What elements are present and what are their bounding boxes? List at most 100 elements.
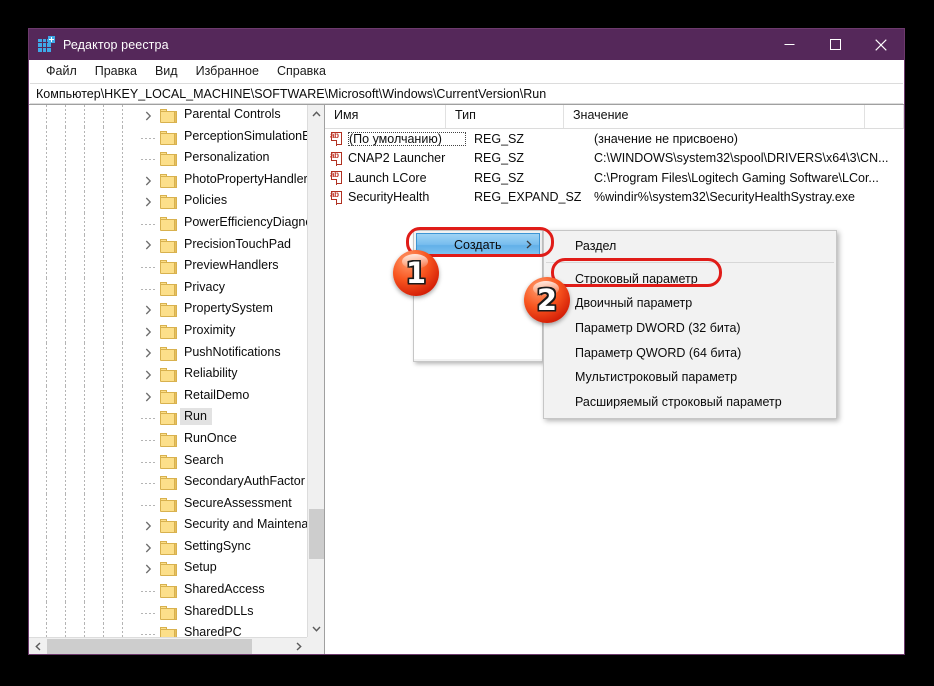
minimize-button[interactable] [766,29,812,60]
step-badge-1-number: 1 [405,255,427,290]
tree-item-label: SharedPC [184,625,242,637]
tree-item[interactable]: SecureAssessment [29,493,307,516]
scroll-up-icon[interactable] [308,105,324,122]
tree-item[interactable]: Search [29,450,307,473]
close-button[interactable] [858,29,904,60]
tree-hscroll-thumb[interactable] [47,639,252,654]
tree-item[interactable]: PerceptionSimulationExte [29,126,307,149]
tree-item[interactable]: PowerEfficiencyDiagnost [29,212,307,235]
tree-item[interactable]: Setup [29,558,307,581]
chevron-right-icon[interactable] [141,303,155,317]
menu-favorites[interactable]: Избранное [187,62,268,81]
tree-item[interactable]: SharedDLLs [29,601,307,624]
registry-value-row[interactable]: ab SecurityHealth REG_EXPAND_SZ %windir%\sy… [325,188,904,208]
registry-value-row[interactable]: ab CNAP2 Launcher REG_SZ C:\WINDOWS\system3… [325,149,904,169]
chevron-right-icon[interactable] [141,174,155,188]
tree-item[interactable]: Run [29,407,307,429]
tree-item[interactable]: PreviewHandlers [29,256,307,278]
folder-icon [160,324,177,339]
submenu-item[interactable]: Мультистроковый параметр [544,365,836,390]
tree-item[interactable]: SettingSync [29,536,307,559]
tree-item-label: SettingSync [184,538,251,553]
tree-horizontal-scrollbar[interactable] [29,637,307,654]
menu-view[interactable]: Вид [146,62,187,81]
submenu-item[interactable]: Параметр DWORD (32 бита) [544,316,836,341]
chevron-right-icon[interactable] [141,519,155,533]
tree-item[interactable]: SharedAccess [29,580,307,602]
tree-item-label: SecureAssessment [184,495,292,510]
registry-value-type: REG_SZ [474,151,525,166]
chevron-right-icon[interactable] [141,109,155,123]
tree-leaf-connector [141,591,155,593]
maximize-button[interactable] [812,29,858,60]
window-controls [766,29,904,60]
registry-value-row[interactable]: ab Launch LCore REG_SZ C:\Program Files\Log… [325,168,904,188]
chevron-right-icon[interactable] [141,562,155,576]
registry-editor-icon [38,35,55,53]
ab-string-value-icon: ab [330,151,345,166]
folder-icon [160,216,177,231]
tree-item[interactable]: PropertySystem [29,299,307,321]
tree-guide-lines [29,558,139,581]
tree-guide-lines [29,407,139,429]
tree-item-label: SecondaryAuthFactor [184,474,305,489]
tree-guide-lines [29,299,139,321]
tree-item[interactable]: PushNotifications [29,342,307,365]
submenu-item[interactable]: Параметр QWORD (64 бита) [544,340,836,365]
chevron-right-icon[interactable] [141,325,155,339]
menu-edit[interactable]: Правка [86,62,146,81]
registry-value-data: (значение не присвоено) [594,131,738,146]
tree-item-label: Reliability [184,366,238,381]
tree-item[interactable]: Personalization [29,148,307,170]
column-header-name[interactable]: Имя [325,105,446,128]
tree-item[interactable]: PhotoPropertyHandler [29,169,307,192]
tree-item[interactable]: Policies [29,191,307,213]
submenu-item[interactable]: Расширяемый строковый параметр [544,390,836,415]
tree-item[interactable]: Privacy [29,277,307,300]
tree-vertical-scrollbar[interactable] [307,105,324,637]
chevron-right-icon[interactable] [141,541,155,555]
scroll-right-icon[interactable] [290,638,307,654]
menu-file[interactable]: Файл [37,62,86,81]
tree-leaf-connector [141,418,155,420]
tree-item[interactable]: Parental Controls [29,105,307,127]
tree-guide-lines [29,256,139,278]
tree-item[interactable]: SecondaryAuthFactor [29,472,307,494]
tree-leaf-connector [141,504,155,506]
chevron-right-icon[interactable] [141,368,155,382]
submenu-item[interactable]: Раздел [544,234,836,259]
tree-guide-lines [29,234,139,257]
scroll-down-icon[interactable] [308,620,324,637]
tree-item[interactable]: Security and Maintenanc [29,515,307,537]
column-header-value[interactable]: Значение [564,105,865,128]
registry-path-input[interactable]: Компьютер\HKEY_LOCAL_MACHINE\SOFTWARE\Mi… [30,83,903,104]
registry-value-type: REG_EXPAND_SZ [474,190,582,205]
folder-icon [160,476,177,491]
tree-vscroll-thumb[interactable] [309,509,324,559]
tree-item[interactable]: Proximity [29,320,307,343]
scroll-left-icon[interactable] [29,638,46,654]
chevron-right-icon[interactable] [141,346,155,360]
tree-item[interactable]: Reliability [29,364,307,386]
submenu-item[interactable]: Строковый параметр [544,267,836,292]
menu-help[interactable]: Справка [268,62,335,81]
tree-item[interactable]: SharedPC [29,623,307,637]
chevron-right-icon[interactable] [141,390,155,404]
submenu-item[interactable]: Двоичный параметр [544,291,836,316]
chevron-right-icon [526,238,532,252]
column-header-type[interactable]: Тип [446,105,564,128]
tree-item[interactable]: RunOnce [29,428,307,451]
context-menu-item-create[interactable]: Создать [416,233,540,257]
chevron-right-icon[interactable] [141,195,155,209]
tree-item[interactable]: PrecisionTouchPad [29,234,307,257]
registry-value-row[interactable]: ab (По умолчанию) REG_SZ (значение не присв… [325,129,904,149]
chevron-right-icon[interactable] [141,238,155,252]
tree-item-label: Privacy [184,279,225,294]
tree-item-label: Policies [184,193,228,208]
tree-item[interactable]: RetailDemo [29,385,307,408]
tree-item-label: PerceptionSimulationExte [184,128,307,143]
tree-guide-lines [29,169,139,192]
tree-guide-lines [29,536,139,559]
screenshot-root: Редактор реестра Файл Правка Вид Избранн… [0,0,934,686]
window-titlebar: Редактор реестра [29,29,904,60]
